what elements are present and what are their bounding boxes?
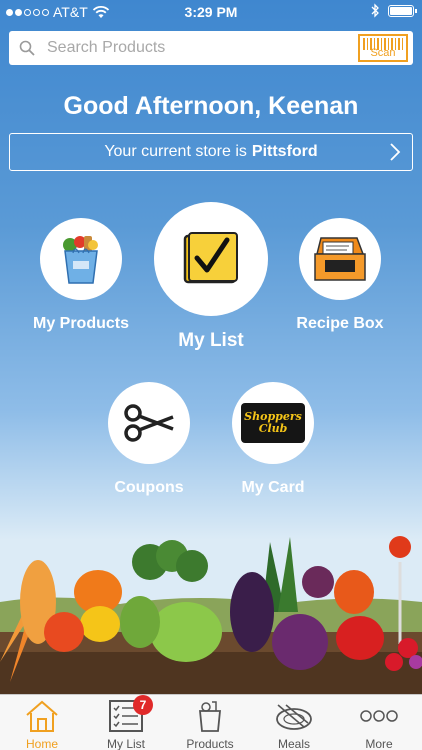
- tab-my-list-label: My List: [106, 737, 145, 750]
- my-products-circle: [40, 218, 122, 300]
- tab-home[interactable]: Home: [7, 699, 77, 750]
- bluetooth-icon: [371, 3, 379, 18]
- tab-more[interactable]: More: [344, 699, 414, 750]
- recipe-box-label: Recipe Box: [296, 315, 384, 332]
- tab-meals[interactable]: Meals: [259, 699, 329, 750]
- scan-button[interactable]: Scan: [358, 34, 408, 62]
- battery-icon: [388, 4, 417, 17]
- my-products-tile[interactable]: My Products: [21, 218, 141, 333]
- scan-label: Scan: [370, 47, 396, 59]
- home-icon: [26, 700, 58, 732]
- my-list-tile[interactable]: My List: [148, 202, 274, 352]
- plate-utensils-icon: [276, 704, 312, 730]
- more-icon: [360, 710, 398, 722]
- recipe-box-circle: [299, 218, 381, 300]
- search-input[interactable]: [47, 39, 358, 57]
- chevron-right-icon: [390, 143, 401, 161]
- vegetables-image: [0, 536, 422, 694]
- status-bar: AT&T 3:29 PM: [0, 0, 422, 24]
- tab-bar: Home 7 My List Products Meals More: [0, 694, 422, 750]
- my-card-tile[interactable]: Shoppers Club My Card: [213, 382, 333, 497]
- recipe-box-icon: [314, 237, 366, 281]
- store-name: Pittsford: [251, 143, 318, 160]
- search-icon: [19, 40, 35, 56]
- coupons-label: Coupons: [114, 479, 184, 496]
- grocery-bag-icon: [63, 236, 98, 284]
- clock: 3:29 PM: [184, 4, 238, 20]
- tab-more-label: More: [365, 737, 393, 750]
- tab-my-list[interactable]: 7 My List: [91, 695, 161, 750]
- my-card-circle: Shoppers Club: [232, 382, 314, 464]
- tab-home-label: Home: [25, 737, 58, 750]
- shoppers-club-card: Shoppers Club: [241, 403, 305, 443]
- recipe-box-tile[interactable]: Recipe Box: [280, 218, 400, 333]
- my-products-label: My Products: [32, 315, 129, 332]
- scissors-icon: [124, 404, 174, 442]
- my-list-label: My List: [178, 330, 244, 351]
- store-prefix: Your current store is: [104, 143, 247, 160]
- grocery-bag-outline-icon: [199, 701, 221, 732]
- store-selector[interactable]: Your current store is Pittsford: [9, 133, 413, 171]
- search-bar: Scan: [9, 31, 413, 65]
- tab-products-label: Products: [186, 737, 234, 750]
- coupons-circle: [108, 382, 190, 464]
- coupons-tile[interactable]: Coupons: [89, 382, 209, 497]
- checkmark-list-icon: [183, 232, 238, 284]
- tab-products[interactable]: Products: [175, 699, 245, 750]
- card-logo-line2: Club: [258, 422, 288, 435]
- my-card-label: My Card: [241, 479, 305, 496]
- my-list-badge: 7: [133, 695, 153, 715]
- status-right: [371, 3, 417, 18]
- my-list-circle: [154, 202, 268, 316]
- tab-meals-label: Meals: [277, 737, 310, 750]
- greeting: Good Afternoon, Keenan: [63, 92, 359, 120]
